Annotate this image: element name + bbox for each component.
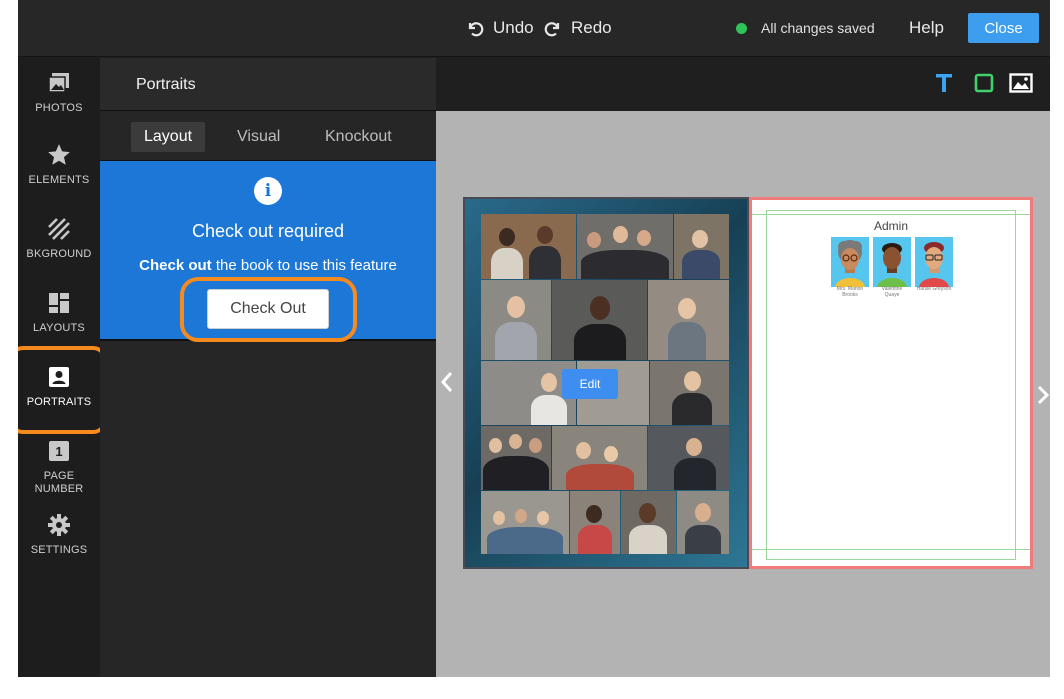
- portrait-name: Hanse Greyson: [916, 286, 952, 292]
- nav-label-settings: SETTINGS: [30, 544, 88, 556]
- edit-collage-button[interactable]: Edit: [562, 369, 618, 399]
- page-number-icon: 1: [18, 438, 100, 464]
- collage-photo: [481, 491, 569, 554]
- help-link[interactable]: Help: [909, 18, 944, 38]
- portrait-photo[interactable]: [831, 237, 869, 287]
- nav-item-photos[interactable]: PHOTOS: [18, 70, 100, 115]
- save-status: All changes saved: [736, 20, 875, 36]
- portrait-name: Mrs. Marion Brooks: [836, 286, 864, 298]
- image-tool-icon[interactable]: [1009, 73, 1033, 98]
- right-page[interactable]: Admin Mrs. Marion Brooks Valentine Quaye H…: [749, 197, 1033, 569]
- app-window: Undo Redo All changes saved Help Close P…: [18, 0, 1050, 677]
- tab-visual[interactable]: Visual: [224, 122, 293, 152]
- background-icon: [18, 216, 100, 242]
- check-out-highlight-ring: [180, 277, 357, 342]
- page-number-badge: 1: [55, 444, 62, 459]
- collage-photo: [650, 361, 729, 425]
- collage-photo: [674, 214, 729, 279]
- portrait-group-heading: Admin: [873, 219, 908, 233]
- tab-layout[interactable]: Layout: [131, 122, 206, 152]
- undo-button[interactable]: Undo: [466, 16, 534, 40]
- notice-message-bold: Check out: [139, 257, 212, 274]
- canvas-workspace[interactable]: Edit Admin Mrs. Marion Brooks Valentine Qu…: [436, 111, 1050, 677]
- undo-label: Undo: [493, 18, 534, 37]
- save-status-text: All changes saved: [761, 20, 875, 36]
- checkout-required-notice: i Check out required Check out the book …: [100, 161, 436, 342]
- collage-photo: [481, 280, 551, 360]
- nav-label-background: BKGROUND: [26, 248, 92, 260]
- info-icon: i: [254, 177, 282, 205]
- portrait-name: Valentine Quaye: [881, 286, 903, 298]
- nav-item-layouts[interactable]: LAYOUTS: [18, 290, 100, 335]
- nav-item-page-number[interactable]: 1 PAGE NUMBER: [18, 438, 100, 496]
- portraits-panel: Portraits Layout Visual Knockout i Check…: [100, 58, 436, 677]
- nav-item-background[interactable]: BKGROUND: [18, 216, 100, 261]
- collage-photo: [648, 426, 729, 490]
- redo-icon: [544, 22, 560, 37]
- previous-page-arrow-icon[interactable]: [440, 369, 454, 400]
- canvas-toolbar: [436, 58, 1050, 111]
- photo-collage[interactable]: Edit: [481, 214, 729, 554]
- top-bar: Undo Redo All changes saved Help Close: [18, 0, 1050, 57]
- redo-label: Redo: [571, 18, 612, 37]
- tab-knockout[interactable]: Knockout: [312, 122, 405, 152]
- close-button[interactable]: Close: [968, 13, 1039, 43]
- status-dot-icon: [736, 22, 747, 34]
- collage-photo: [552, 426, 647, 490]
- collage-photo: [552, 280, 647, 360]
- nav-label-layouts: LAYOUTS: [33, 322, 85, 334]
- notice-message: Check out the book to use this feature: [100, 257, 436, 274]
- notice-message-rest: the book to use this feature: [211, 257, 397, 274]
- notice-title: Check out required: [191, 221, 345, 241]
- gear-icon: [18, 512, 100, 538]
- portrait-photo[interactable]: [915, 237, 953, 287]
- collage-photo: [481, 214, 576, 279]
- panel-tabs: Layout Visual Knockout: [100, 111, 436, 161]
- nav-label-page-number: PAGE NUMBER: [34, 470, 84, 495]
- nav-label-elements: ELEMENTS: [28, 174, 90, 186]
- collage-photo: [621, 491, 676, 554]
- portraits-highlight-ring: [18, 346, 107, 434]
- nav-item-elements[interactable]: ELEMENTS: [18, 142, 100, 187]
- layouts-icon: [18, 290, 100, 316]
- collage-photo: [570, 491, 620, 554]
- photos-icon: [18, 70, 100, 96]
- star-icon: [18, 142, 100, 168]
- left-page[interactable]: Edit: [463, 197, 749, 569]
- undo-icon: [468, 22, 484, 37]
- panel-title: Portraits: [100, 58, 436, 111]
- shape-tool-icon[interactable]: [974, 73, 994, 98]
- portrait-photo[interactable]: [873, 237, 911, 287]
- text-tool-icon[interactable]: [935, 72, 953, 99]
- next-page-arrow-icon[interactable]: [1037, 381, 1050, 412]
- collage-photo: [648, 280, 729, 360]
- collage-photo: [481, 426, 551, 490]
- nav-item-settings[interactable]: SETTINGS: [18, 512, 100, 557]
- collage-photo: [677, 491, 729, 554]
- redo-button[interactable]: Redo: [544, 16, 612, 40]
- nav-label-photos: PHOTOS: [35, 102, 83, 114]
- left-nav: PHOTOS ELEMENTS BKGROUND LAYOUTS PORTRAI…: [18, 58, 107, 677]
- collage-photo: [577, 214, 673, 279]
